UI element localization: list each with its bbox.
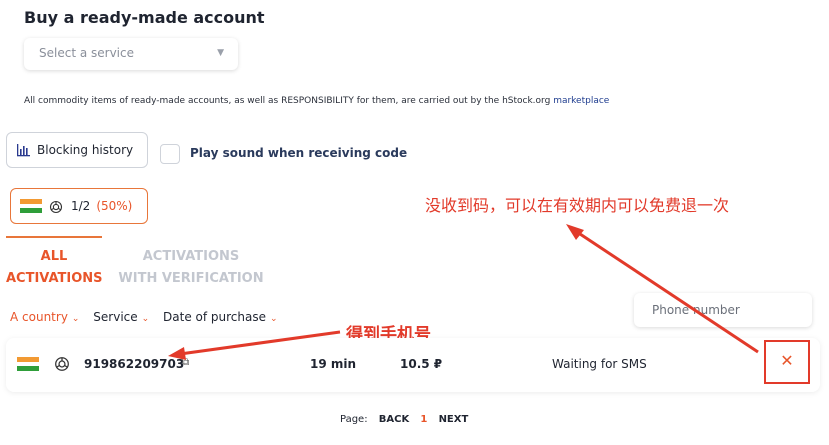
pagination: Page: BACK 1 NEXT [340, 414, 468, 425]
pager-label: Page: [340, 414, 368, 425]
pager-current[interactable]: 1 [420, 414, 427, 425]
arrow-head [168, 347, 186, 360]
arrow-head [566, 224, 584, 240]
annotation-arrows [168, 224, 759, 360]
arrow-to-phone-number [179, 330, 341, 356]
pager-next[interactable]: NEXT [439, 414, 469, 425]
pager-back[interactable]: BACK [379, 414, 409, 425]
arrow-to-refund-note [573, 228, 759, 354]
